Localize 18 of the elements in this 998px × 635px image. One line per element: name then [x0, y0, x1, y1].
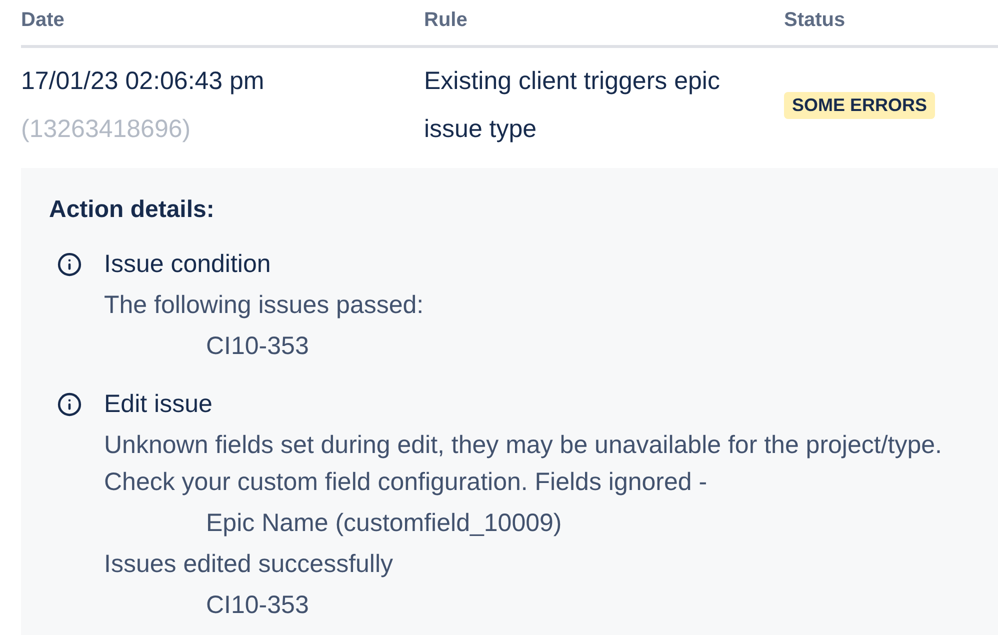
- issue-item: Epic Name (customfield_10009): [206, 508, 562, 539]
- info-icon: [57, 392, 82, 417]
- issue-item: CI10-353: [206, 590, 309, 621]
- date-text: 17/01/23 02:06:43 pm: [21, 66, 264, 97]
- status-badge: SOME ERRORS: [784, 92, 936, 118]
- action-message: Unknown fields set during edit, they may be unavailable for the project/type. Check your custom field configuration. Fields ignored -: [104, 430, 943, 498]
- details-heading: Action details:: [49, 195, 214, 225]
- action-title: Issue condition: [104, 249, 271, 280]
- column-header: Status: [784, 8, 846, 30]
- column-header: Date: [21, 8, 64, 30]
- action-message: Issues edited successfully: [104, 549, 394, 580]
- info-icon: [57, 252, 82, 277]
- column-header: Rule: [424, 8, 468, 30]
- action-message: The following issues passed:: [104, 290, 424, 321]
- action-title: Edit issue: [104, 389, 212, 420]
- execution-id: (13263418696): [21, 114, 191, 145]
- issue-item: CI10-353: [206, 331, 309, 362]
- rule-name: Existing client triggers epic issue type: [424, 66, 721, 145]
